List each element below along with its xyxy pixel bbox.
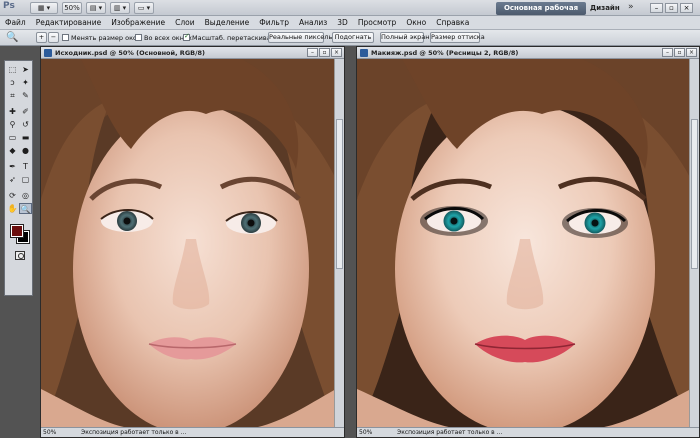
spot-healing-icon[interactable]: ✚ bbox=[6, 106, 19, 117]
menu-file[interactable]: Файл bbox=[0, 16, 31, 29]
status-zoom[interactable]: 50% bbox=[359, 428, 379, 437]
menu-view[interactable]: Просмотр bbox=[353, 16, 402, 29]
actual-pixels-button[interactable]: Реальные пикселы bbox=[268, 32, 334, 43]
vertical-scrollbar[interactable] bbox=[689, 59, 699, 427]
zoom-in-icon[interactable]: + bbox=[36, 32, 47, 43]
document-tab-makeup[interactable]: Макияж.psd @ 50% (Ресницы 2, RGB/8) – ▫ … bbox=[357, 47, 699, 59]
quick-mask-icon[interactable] bbox=[15, 251, 25, 260]
arrange-documents-button[interactable]: ▥ ▾ bbox=[110, 2, 130, 14]
shape-tool-icon[interactable]: ▢ bbox=[19, 174, 32, 185]
zoom-out-icon[interactable]: − bbox=[48, 32, 59, 43]
menu-3d[interactable]: 3D bbox=[332, 16, 353, 29]
bridge-button[interactable]: ▦ ▾ bbox=[30, 2, 58, 14]
tools-panel: ⬚ ➤ ↄ ✦ ⌗ ✎ ✚ ✐ ⚲ ↺ ▭ ▬ ◆ ● ✒ T ➶ ▢ ⟳ ◎ … bbox=[0, 46, 35, 438]
vertical-scrollbar[interactable] bbox=[334, 59, 344, 427]
scrollbar-thumb[interactable] bbox=[691, 119, 698, 269]
brush-icon[interactable]: ✐ bbox=[19, 106, 32, 117]
doc-minimize-icon[interactable]: – bbox=[307, 48, 318, 57]
status-bar: 50% Экспозиция работает только в ... bbox=[357, 427, 699, 437]
close-icon[interactable]: × bbox=[680, 3, 693, 13]
doc-close-icon[interactable]: × bbox=[686, 48, 697, 57]
fill-screen-button[interactable]: Полный экран bbox=[380, 32, 430, 43]
portrait-image-makeup bbox=[357, 59, 689, 427]
dodge-icon[interactable]: ● bbox=[19, 145, 32, 156]
menu-filter[interactable]: Фильтр bbox=[254, 16, 294, 29]
document-title: Исходник.psd @ 50% (Основной, RGB/8) bbox=[55, 49, 205, 57]
3d-orbit-icon[interactable]: ◎ bbox=[19, 190, 32, 201]
portrait-image-source bbox=[41, 59, 334, 427]
document-title: Макияж.psd @ 50% (Ресницы 2, RGB/8) bbox=[371, 49, 519, 57]
history-brush-icon[interactable]: ↺ bbox=[19, 119, 32, 130]
clone-stamp-icon[interactable]: ⚲ bbox=[6, 119, 19, 130]
magic-wand-icon[interactable]: ✦ bbox=[19, 77, 32, 88]
eraser-icon[interactable]: ▭ bbox=[6, 132, 19, 143]
status-bar: 50% Экспозиция работает только в ... bbox=[41, 427, 344, 437]
zoom-tool-preset-icon[interactable]: 🔍▾ bbox=[6, 32, 20, 55]
menu-bar: Файл Редактирование Изображение Слои Выд… bbox=[0, 16, 700, 30]
status-zoom[interactable]: 50% bbox=[43, 428, 63, 437]
crop-icon[interactable]: ⌗ bbox=[6, 90, 19, 101]
document-window-source: Исходник.psd @ 50% (Основной, RGB/8) – ▫… bbox=[40, 46, 345, 438]
photoshop-logo: Ps bbox=[3, 1, 15, 11]
3d-rotate-icon[interactable]: ⟳ bbox=[6, 190, 19, 201]
options-bar: 🔍▾ + − Менять размер окон Во всех окнах … bbox=[0, 30, 700, 55]
doc-minimize-icon[interactable]: – bbox=[662, 48, 673, 57]
move-tool-icon[interactable]: ➤ bbox=[19, 64, 32, 75]
menu-analysis[interactable]: Анализ bbox=[294, 16, 332, 29]
type-tool-icon[interactable]: T bbox=[19, 161, 32, 172]
tools-panel-body: ⬚ ➤ ↄ ✦ ⌗ ✎ ✚ ✐ ⚲ ↺ ▭ ▬ ◆ ● ✒ T ➶ ▢ ⟳ ◎ … bbox=[4, 60, 33, 296]
menu-edit[interactable]: Редактирование bbox=[31, 16, 106, 29]
eyedropper-icon[interactable]: ✎ bbox=[19, 90, 32, 101]
rectangular-marquee-icon[interactable]: ⬚ bbox=[6, 64, 19, 75]
hand-tool-icon[interactable]: ✋ bbox=[6, 203, 19, 214]
menu-help[interactable]: Справка bbox=[431, 16, 474, 29]
foreground-color-swatch[interactable] bbox=[10, 224, 24, 238]
fit-screen-button[interactable]: Подогнать bbox=[332, 32, 374, 43]
doc-close-icon[interactable]: × bbox=[331, 48, 342, 57]
psd-file-icon bbox=[44, 49, 52, 57]
path-selection-icon[interactable]: ➶ bbox=[6, 174, 19, 185]
document-tab-source[interactable]: Исходник.psd @ 50% (Основной, RGB/8) – ▫… bbox=[41, 47, 344, 59]
zoom-tool-icon[interactable]: 🔍 bbox=[19, 203, 32, 214]
gradient-icon[interactable]: ▬ bbox=[19, 132, 32, 143]
workspace-design-button[interactable]: Дизайн bbox=[590, 2, 620, 15]
status-text: Экспозиция работает только в ... bbox=[397, 429, 503, 436]
print-size-button[interactable]: Размер оттиска bbox=[430, 32, 485, 43]
doc-restore-icon[interactable]: ▫ bbox=[319, 48, 330, 57]
menu-image[interactable]: Изображение bbox=[106, 16, 170, 29]
blur-icon[interactable]: ◆ bbox=[6, 145, 19, 156]
resize-windows-checkbox[interactable] bbox=[62, 34, 69, 41]
scrollbar-thumb[interactable] bbox=[336, 119, 343, 269]
pen-icon[interactable]: ✒ bbox=[6, 161, 19, 172]
scrubby-zoom-checkbox[interactable] bbox=[183, 32, 190, 41]
status-text: Экспозиция работает только в ... bbox=[81, 429, 187, 436]
resize-windows-label: Менять размер окон bbox=[71, 34, 142, 42]
view-extras-button[interactable]: ▤ ▾ bbox=[86, 2, 106, 14]
lasso-icon[interactable]: ↄ bbox=[6, 77, 19, 88]
document-canvas[interactable] bbox=[357, 59, 689, 427]
document-canvas[interactable] bbox=[41, 59, 334, 427]
document-window-makeup: Макияж.psd @ 50% (Ресницы 2, RGB/8) – ▫ … bbox=[356, 46, 700, 438]
menu-select[interactable]: Выделение bbox=[200, 16, 255, 29]
psd-file-icon bbox=[360, 49, 368, 57]
workspace-essentials-button[interactable]: Основная рабочая среда bbox=[496, 2, 586, 25]
menu-layers[interactable]: Слои bbox=[170, 16, 200, 29]
all-windows-checkbox[interactable] bbox=[135, 34, 142, 41]
minimize-icon[interactable]: – bbox=[650, 3, 663, 13]
application-bar: Ps ▦ ▾ 50% ▤ ▾ ▥ ▾ ▭ ▾ Основная рабочая … bbox=[0, 0, 700, 25]
menu-window[interactable]: Окно bbox=[401, 16, 431, 29]
screen-mode-button[interactable]: ▭ ▾ bbox=[134, 2, 154, 14]
doc-restore-icon[interactable]: ▫ bbox=[674, 48, 685, 57]
zoom-level-dropdown[interactable]: 50% bbox=[62, 2, 82, 14]
more-workspaces-icon[interactable]: » bbox=[628, 0, 634, 15]
restore-icon[interactable]: ▫ bbox=[665, 3, 678, 13]
